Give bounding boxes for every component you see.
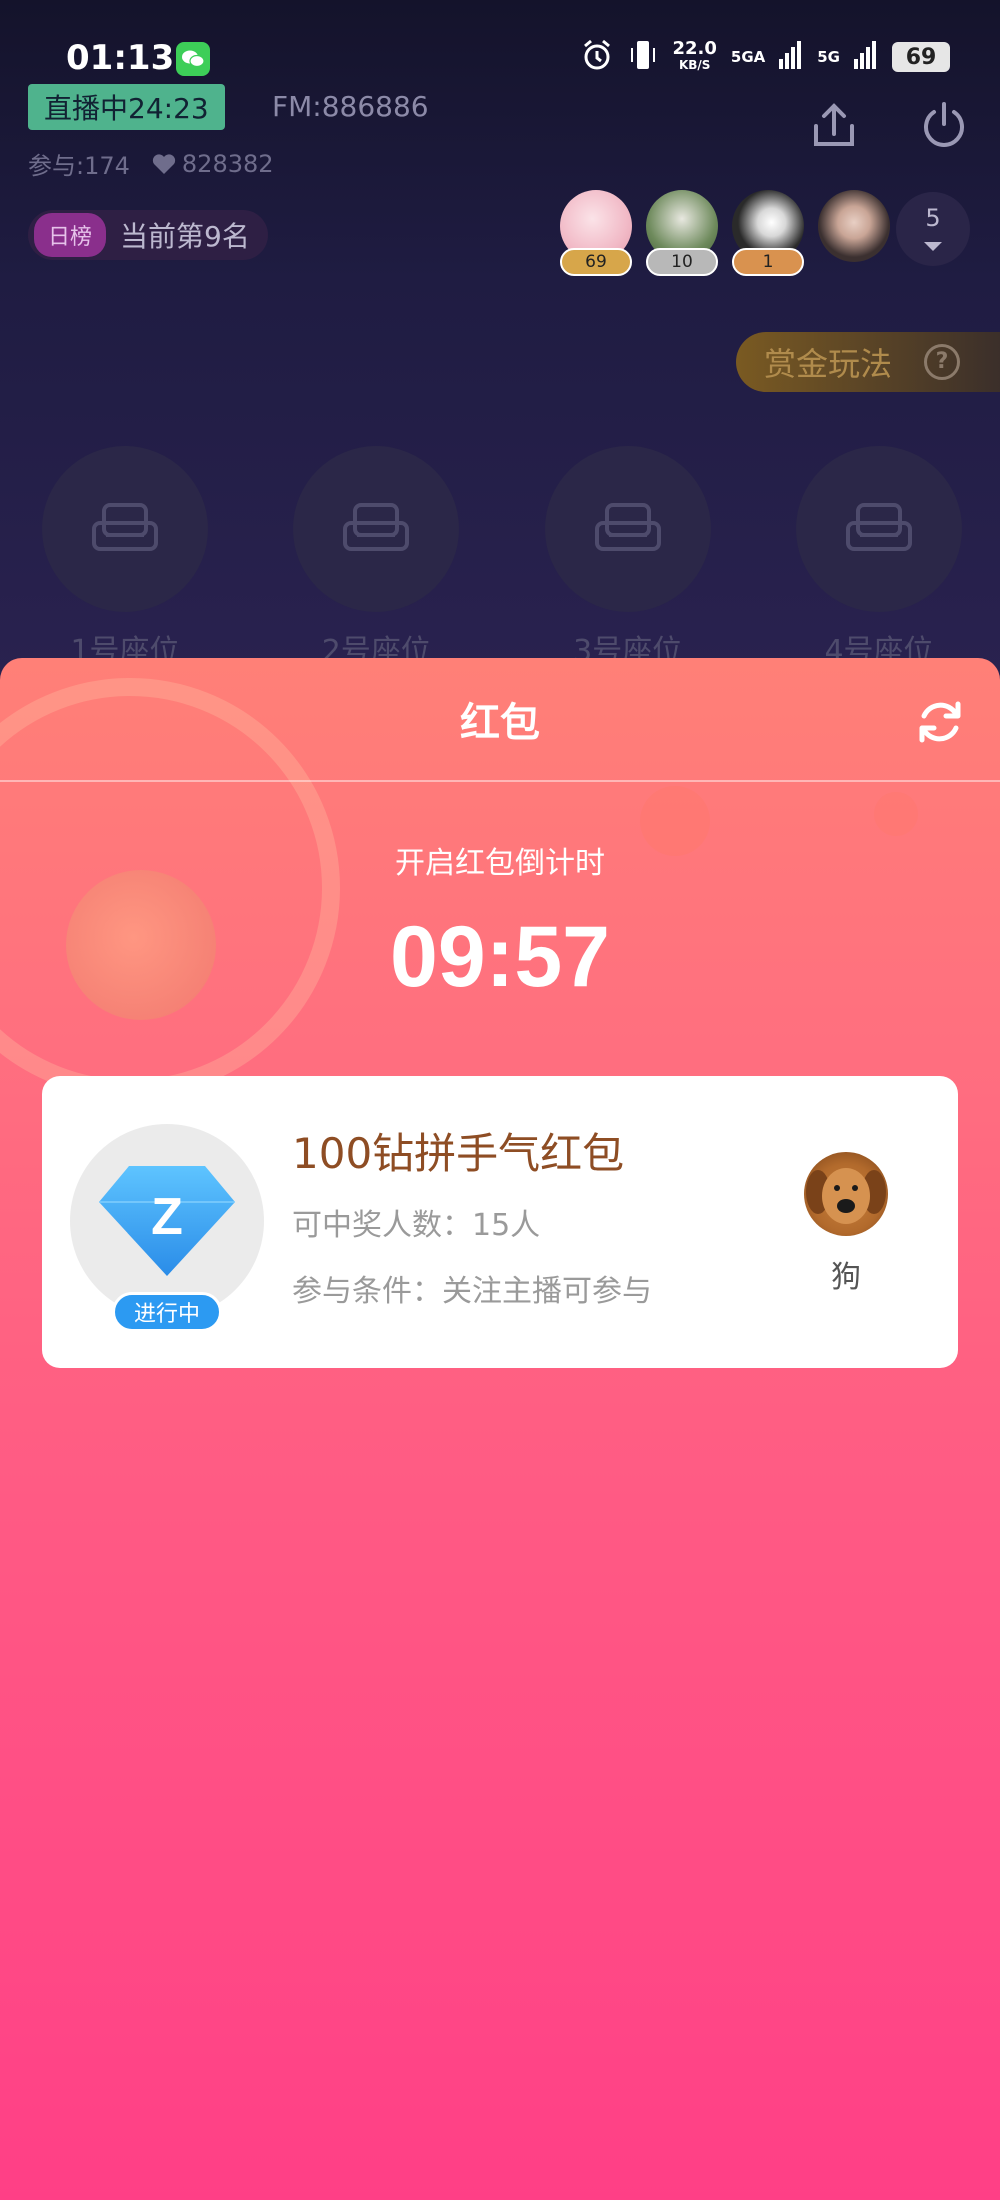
signal-5g-icon: 5G [817, 48, 840, 66]
share-button[interactable] [808, 100, 860, 152]
status-badge: 进行中 [112, 1292, 222, 1332]
battery-indicator: 69 [892, 42, 950, 72]
seat-2[interactable]: 2号座位 [293, 446, 460, 670]
envelope-title: 100钻拼手气红包 [292, 1129, 625, 1178]
contribution-badge: 69 [560, 248, 632, 276]
help-icon[interactable]: ? [924, 344, 961, 380]
diamond-icon: Z [99, 1166, 235, 1276]
network-speed: 22.0 KB/S [672, 38, 717, 73]
participation-condition: 参与条件：关注主播可参与 [292, 1274, 652, 1309]
seat-circle [795, 446, 962, 612]
room-stats: 参与:174 828382 [28, 146, 274, 181]
alarm-icon [580, 38, 614, 76]
wechat-notification-icon [176, 42, 210, 76]
sofa-icon [845, 503, 912, 551]
contribution-badge: 10 [646, 248, 718, 276]
heart-icon [152, 153, 176, 174]
chevron-down-icon [924, 242, 942, 251]
red-envelope-sheet: 红包 开启红包倒计时 09:57 Z 进行中 100钻拼手气红包 可中奖人数：1… [0, 658, 1000, 2200]
gem-badge: Z [70, 1124, 264, 1318]
exit-room-button[interactable] [918, 100, 970, 152]
seat-circle [42, 446, 208, 612]
power-icon [924, 102, 964, 147]
audience-avatars: 69 10 1 [560, 190, 890, 282]
red-envelope-card[interactable]: Z 进行中 100钻拼手气红包 可中奖人数：15人 参与条件：关注主播可参与 狗 [42, 1076, 958, 1368]
audience-avatar-3[interactable]: 1 [732, 190, 804, 282]
contribution-badge: 1 [732, 248, 804, 276]
signal-bars-icon-2 [854, 41, 878, 73]
gem-letter: Z [151, 1188, 183, 1246]
seat-row: 1号座位 2号座位 3号座位 4号座位 [42, 446, 962, 670]
avatar [818, 190, 890, 262]
seat-3[interactable]: 3号座位 [544, 446, 711, 670]
winner-count: 可中奖人数：15人 [292, 1208, 541, 1243]
like-count: 828382 [181, 149, 274, 178]
sheet-title: 红包 [460, 700, 540, 746]
sheet-header: 红包 [0, 658, 1000, 782]
share-icon [814, 103, 854, 146]
seat-circle [293, 446, 460, 612]
rank-position: 当前第9名 [120, 220, 250, 253]
audience-avatar-2[interactable]: 10 [646, 190, 718, 282]
sofa-icon [92, 503, 158, 551]
status-indicators: 22.0 KB/S 5GA 5G 69 [580, 38, 950, 76]
decorative-flower [874, 792, 918, 836]
countdown-timer: 09:57 [390, 909, 610, 1005]
audience-count: 5 [925, 204, 941, 232]
audience-avatar-4[interactable] [818, 190, 890, 282]
signal-5ga-icon: 5GA [730, 48, 766, 66]
seat-circle [544, 446, 711, 612]
countdown-label: 开启红包倒计时 [395, 846, 605, 881]
daily-rank-pill[interactable]: 日榜 当前第9名 [28, 210, 268, 260]
bounty-label: 赏金玩法 [764, 345, 893, 383]
sofa-icon [594, 503, 661, 551]
seat-4[interactable]: 4号座位 [795, 446, 962, 670]
live-duration-badge: 直播中24:23 [28, 84, 225, 130]
vibrate-icon [628, 38, 658, 76]
host-name: 狗 [831, 1260, 861, 1295]
more-audience-button[interactable]: 5 [896, 192, 970, 266]
daily-rank-tag: 日榜 [34, 213, 107, 257]
bounty-gameplay-button[interactable]: 赏金玩法 ? [736, 332, 1000, 392]
dog-face-icon [806, 1168, 886, 1224]
status-bar: 01:13 22.0 KB/S 5GA 5G 69 [0, 30, 1000, 90]
status-time: 01:13 [66, 38, 175, 78]
refresh-button[interactable] [914, 696, 966, 748]
fm-number: FM:886886 [272, 90, 429, 123]
like-stat: 828382 [152, 150, 274, 178]
audience-avatar-1[interactable]: 69 [560, 190, 632, 282]
signal-bars-icon-1 [779, 41, 803, 73]
sofa-icon [343, 503, 410, 551]
seat-1[interactable]: 1号座位 [42, 446, 208, 670]
refresh-icon [919, 701, 961, 743]
participant-count: 参与:174 [28, 152, 130, 180]
live-room-background: 01:13 22.0 KB/S 5GA 5G 69 直播中24:23 FM:88… [0, 0, 1000, 700]
host-avatar[interactable] [804, 1152, 888, 1236]
